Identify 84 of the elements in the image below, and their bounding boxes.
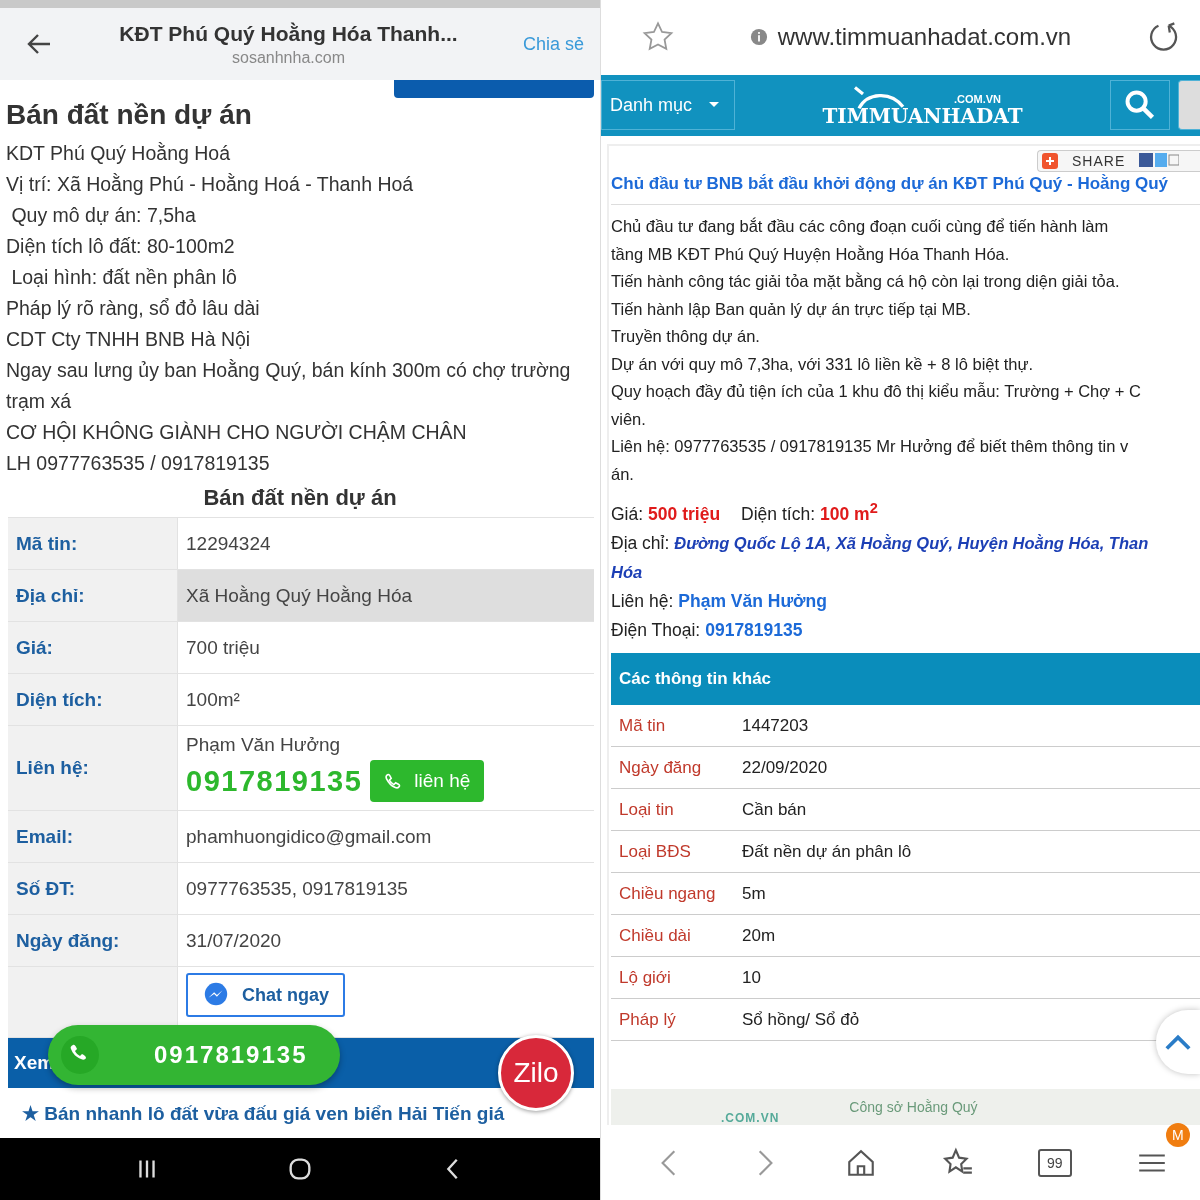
description-line: Pháp lý rõ ràng, sổ đỏ lâu dài <box>6 296 261 321</box>
article-text-line: Liên hệ: 0977763535 / 0917819135 Mr Hưởng để biết thêm thông tin v <box>611 436 1130 458</box>
description-line: CDT Cty TNHH BNB Hà Nội <box>6 327 252 352</box>
info-label: Ngày đăng <box>619 757 703 778</box>
info-label: Mã tin <box>619 715 667 736</box>
info-value: Cần bán <box>742 799 807 820</box>
article-text-line: án. <box>611 463 635 485</box>
article-text-line: viên. <box>611 408 647 430</box>
field-label-cell: Diện tích: <box>8 674 178 726</box>
chevron-up-icon <box>1164 1032 1192 1052</box>
field-value-cell: Xã Hoằng Quý Hoằng Hóa <box>178 570 594 622</box>
info-label: Chiều dài <box>619 925 692 946</box>
field-label-cell: Giá: <box>8 622 178 674</box>
listing-heading: Bán đất nền dự án <box>6 98 253 132</box>
search-button[interactable] <box>1110 80 1170 131</box>
address-label: Địa chỉ: <box>611 532 670 555</box>
field-label-cell: Ngày đăng: <box>8 915 178 967</box>
article-text-line: Truyền thông dự án. <box>611 326 761 348</box>
description-line: Loại hình: đất nền phân lô <box>10 265 238 290</box>
description-line: Diện tích lô đất: 80-100m2 <box>6 234 236 259</box>
info-value: Sổ hồng/ Sổ đỏ <box>742 1009 860 1030</box>
price-label: Giá: <box>611 503 644 526</box>
phone-icon <box>60 1035 100 1075</box>
info-label: Loại BĐS <box>619 841 692 862</box>
info-section-header: Các thông tin khác <box>611 653 1200 705</box>
phone-number: 0917819135 <box>186 764 363 798</box>
article-text-line: Tiến hành lập Ban quản lý dự án trực tiếp tại MB. <box>611 298 972 320</box>
address-value[interactable]: Đường Quốc Lộ 1A, Xã Hoằng Quý, Huyện Hoằng Hóa, Than <box>674 529 1149 558</box>
field-label-cell: Liên hệ: <box>8 726 178 811</box>
caret-icon <box>708 101 721 110</box>
info-value: 22/09/2020 <box>742 757 828 778</box>
site-domain: sosanhnha.com <box>232 48 345 67</box>
contact-name: Phạm Văn Hưởng <box>186 734 341 756</box>
contact-label: Liên hệ: <box>611 590 674 613</box>
phone-icon <box>384 772 403 790</box>
description-line: KDT Phú Quý Hoằng Hoá <box>6 141 231 166</box>
description-line: Quy mô dự án: 7,5ha <box>10 203 197 228</box>
info-label: Chiều ngang <box>619 883 717 904</box>
info-value: 5m <box>742 883 766 904</box>
field-label-cell: Số ĐT: <box>8 863 178 915</box>
plus-icon <box>1042 153 1058 170</box>
banner-domain: .COM.VN <box>721 1111 780 1125</box>
field-label-cell: Email: <box>8 811 178 863</box>
info-value: 10 <box>742 967 761 988</box>
price-value: 500 triệu <box>648 503 721 526</box>
site-logo[interactable]: .COM.VN TIMMUANHADAT <box>743 84 1102 127</box>
info-label: Loại tin <box>619 799 675 820</box>
phone-label: Điện Thoại: <box>611 619 701 642</box>
chat-button[interactable]: Chat ngay <box>186 973 345 1017</box>
article-text-line: Dự án với quy mô 7,3ha, với 331 lô liền kề + 8 lô biệt thự. <box>611 353 1035 375</box>
contact-book-button[interactable] <box>1178 80 1200 131</box>
description-line: LH 0977763535 / 0917819135 <box>6 451 271 476</box>
contact-button[interactable]: liên hệ <box>370 760 485 802</box>
info-label: Pháp lý <box>619 1009 677 1030</box>
info-icon[interactable] <box>749 28 768 47</box>
table-title: Bán đất nền dự án <box>202 485 398 511</box>
article-text-line: Tiến hành công tác giải tỏa mặt bằng cá hộ còn lại trong diện giải tỏa. <box>611 271 1121 293</box>
article-title[interactable]: Chủ đầu tư BNB bắt đầu khởi động dự án KĐT Phú Quý - Hoằng Quý <box>611 174 1200 206</box>
field-label-cell: Địa chỉ: <box>8 570 178 622</box>
description-line: CƠ HỘI KHÔNG GIÀNH CHO NGƯỜI CHẬM CHÂN <box>6 420 468 445</box>
description-line: Vị trí: Xã Hoằng Phú - Hoằng Hoá - Thanh Hoá <box>6 172 415 197</box>
article-text-line: tầng MB KĐT Phú Quý Huyện Hoằng Hóa Thanh Hóa. <box>611 243 1011 265</box>
info-value: 20m <box>742 925 776 946</box>
field-label-cell: Mã tin: <box>8 518 178 570</box>
share-link[interactable]: Chia sẻ <box>522 33 584 55</box>
area-value: 100 m$^{2}$ <box>820 499 878 526</box>
area-label: Diện tích: <box>741 503 816 526</box>
tabs-button[interactable]: 99 <box>1037 1148 1072 1177</box>
category-menu-button[interactable]: Danh mục <box>601 80 735 131</box>
article-text-line: Quy hoạch đầy đủ tiện ích của 1 khu đô thị kiểu mẫu: Trường + Chợ + C <box>611 381 1142 403</box>
page-title: KĐT Phú Quý Hoằng Hóa Thanh... <box>119 21 458 46</box>
description-line: Ngay sau lưng ủy ban Hoằng Quý, bán kính 300m có chợ trường trạm xá <box>6 358 572 414</box>
info-value: Đất nền dự án phân lô <box>742 841 912 862</box>
address-value[interactable]: Hóa <box>611 558 643 587</box>
social-icons <box>1139 153 1180 170</box>
contact-name[interactable]: Phạm Văn Hưởng <box>678 587 827 616</box>
article-text-line: Chủ đầu tư đang bắt đầu các công đoạn cuối cùng để tiến hành làm <box>611 216 1110 238</box>
url-text[interactable]: www.timmuanhadat.com.vn <box>777 23 1072 52</box>
info-value: 1447203 <box>742 715 809 736</box>
scroll-to-top-button[interactable] <box>1156 1010 1200 1074</box>
banner-caption: Công sở Hoằng Quý <box>849 1099 978 1115</box>
info-label: Lộ giới <box>619 967 672 988</box>
phone-number[interactable]: 0917819135 <box>705 616 803 645</box>
share-widget[interactable]: SHARE <box>1037 150 1200 173</box>
